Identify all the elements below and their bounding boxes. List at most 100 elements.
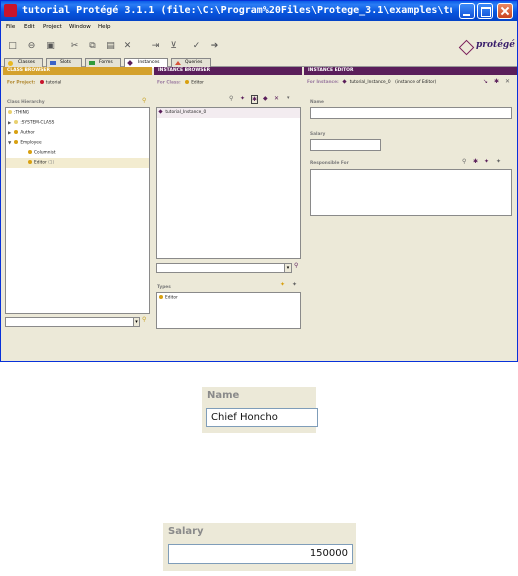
check-icon[interactable]: ✓ (191, 40, 202, 52)
new-project-icon[interactable]: □ (7, 40, 18, 52)
zoom-name-input[interactable]: Chief Honcho (206, 408, 318, 427)
protege-app-icon (4, 4, 17, 17)
window-title: tutorial Protégé 3.1.1 (file:\C:\Program… (22, 5, 452, 16)
project-icon (39, 80, 44, 84)
instance-icon (158, 109, 163, 114)
project-label-text: For Project: (7, 80, 36, 86)
find-instance-icon[interactable]: ⚲ (229, 95, 233, 102)
edit-instance-icon[interactable]: ↘ (483, 78, 488, 85)
for-class-value: Editor (191, 80, 204, 86)
types-label: Types (157, 285, 171, 290)
for-class-label-text: For Class: (157, 80, 181, 86)
paste-icon[interactable]: ▤ (105, 40, 116, 52)
type-label: Editor (165, 295, 178, 301)
class-search-field[interactable] (5, 317, 139, 327)
instance-list[interactable]: tutorial_Instance_0 (156, 107, 301, 259)
tree-item-label: :THING (14, 110, 30, 116)
menu-project[interactable]: Project (43, 24, 62, 30)
zoom-salary-input[interactable]: 150000 (168, 544, 353, 564)
for-class-label: For Class: Editor (157, 80, 204, 86)
collapse-icon[interactable]: ▼ (8, 141, 11, 146)
class-icon (8, 110, 12, 114)
class-icon (185, 80, 190, 84)
dropdown-arrow-icon[interactable]: ▾ (133, 317, 140, 327)
close-button[interactable] (497, 3, 513, 19)
tab-queries[interactable]: Queries (171, 58, 211, 67)
logo-diamond-icon (458, 39, 475, 56)
tree-item-employee[interactable]: ▼ Employee (8, 140, 42, 146)
protege-logo: protégé (457, 39, 517, 56)
class-icon (28, 150, 32, 154)
delete-instance-icon[interactable]: ✕ (274, 95, 279, 102)
instance-search-field[interactable] (156, 263, 286, 273)
instance-icon (342, 79, 347, 84)
name-field[interactable] (310, 107, 512, 119)
class-tree[interactable]: :THING ▶:SYSTEM-CLASS ▶ Author ▼ Employee … (5, 107, 150, 314)
instance-browser-header: INSTANCE BROWSER (154, 67, 302, 75)
delete-icon[interactable]: ✕ (122, 40, 133, 52)
tree-item-label: Author (20, 130, 35, 136)
insert-icon[interactable]: ⇥ (150, 40, 161, 52)
instance-browser-panel: INSTANCE BROWSER For Class: Editor ⚲ ✦ ✱… (154, 67, 302, 347)
instance-menu-arrow-icon[interactable]: ▾ (287, 95, 290, 101)
class-icon (159, 295, 163, 299)
find-class-icon[interactable]: ⚲ (142, 97, 146, 104)
close-instance-icon[interactable]: ✕ (505, 78, 510, 85)
add-reference-icon[interactable]: ✦ (484, 158, 489, 165)
tab-forms[interactable]: Forms (85, 58, 121, 67)
tab-slots[interactable]: Slots (46, 58, 82, 67)
forward-icon[interactable]: ➔ (209, 40, 220, 52)
search-class-icon[interactable]: ⚲ (142, 316, 146, 323)
tree-item-author[interactable]: ▶ Author (8, 130, 35, 136)
salary-field-label: Salary (310, 132, 326, 137)
maximize-button[interactable] (477, 3, 493, 19)
menu-file[interactable]: File (6, 24, 15, 30)
menu-edit[interactable]: Edit (24, 24, 35, 30)
instance-editor-panel: INSTANCE EDITOR For Instance: tutorial_I… (304, 67, 517, 347)
copy-instance-icon[interactable]: ◆ (263, 95, 268, 102)
logo-text: protégé (476, 40, 515, 50)
open-project-icon[interactable]: ⊖ (26, 40, 37, 52)
find-reference-icon[interactable]: ⚲ (462, 158, 466, 165)
expand-icon[interactable]: ▶ (8, 121, 11, 126)
save-project-icon[interactable]: ▣ (45, 40, 56, 52)
for-instance-value: tutorial_Instance_0 (349, 80, 391, 85)
remove-type-icon[interactable]: ✦ (292, 281, 297, 288)
add-type-icon[interactable]: ✦ (280, 281, 285, 288)
minimize-button[interactable] (459, 3, 475, 19)
menu-help[interactable]: Help (98, 24, 111, 30)
tree-item-editor-selected[interactable]: Editor (1) (6, 158, 149, 168)
class-icon (8, 61, 13, 66)
remove-reference-icon[interactable]: ✦ (496, 158, 501, 165)
menu-window[interactable]: Window (69, 24, 91, 30)
instance-row-selected[interactable]: tutorial_Instance_0 (157, 108, 300, 118)
zoom-name-label: Name (207, 390, 240, 401)
tree-item-label: :SYSTEM-CLASS (20, 120, 55, 126)
tab-label: Queries (185, 60, 203, 65)
class-icon (14, 120, 19, 124)
for-instance-label-text: For Instance: (307, 80, 339, 85)
search-instance-icon[interactable]: ⚲ (294, 262, 298, 269)
references-icon[interactable]: ✱ (494, 78, 499, 85)
instance-label: tutorial_Instance_0 (165, 110, 207, 115)
instance-icon (127, 60, 133, 66)
view-reference-icon[interactable]: ✱ (473, 158, 478, 165)
toolbar: □ ⊖ ▣ ✂ ⧉ ▤ ✕ ⇥ ⊻ ✓ ➔ protégé (1, 36, 517, 58)
dropdown-arrow-icon[interactable]: ▾ (284, 263, 292, 273)
tree-item-columnist[interactable]: Columnist (28, 150, 56, 156)
tree-item-thing[interactable]: :THING (8, 110, 29, 116)
browse-instance-icon[interactable]: ✱ (251, 95, 259, 104)
salary-field[interactable] (310, 139, 381, 151)
expand-icon[interactable]: ▶ (8, 131, 11, 136)
create-instance-icon[interactable]: ✦ (240, 95, 245, 102)
export-icon[interactable]: ⊻ (168, 40, 179, 52)
for-instance-label: For Instance: tutorial_Instance_0 (insta… (307, 79, 436, 85)
tab-classes[interactable]: Classes (4, 58, 43, 67)
type-row[interactable]: Editor (159, 295, 178, 301)
types-list[interactable]: Editor (156, 292, 301, 329)
responsible-for-list[interactable] (310, 169, 512, 216)
cut-icon[interactable]: ✂ (69, 40, 80, 52)
menu-bar: File Edit Project Window Help (1, 21, 517, 35)
tree-item-system-class[interactable]: ▶ :SYSTEM-CLASS (8, 120, 54, 126)
copy-icon[interactable]: ⧉ (87, 40, 98, 52)
